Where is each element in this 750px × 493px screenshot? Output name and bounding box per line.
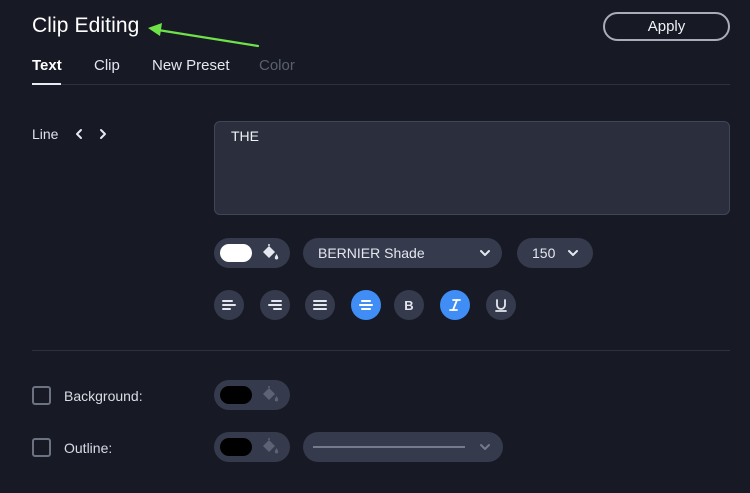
- align-justify-button[interactable]: [305, 290, 335, 320]
- paint-bucket-icon: [260, 438, 280, 456]
- italic-button[interactable]: [440, 290, 470, 320]
- font-family-select[interactable]: BERNIER Shade: [303, 238, 502, 268]
- tab-divider: [32, 84, 730, 85]
- tab-color: Color: [259, 57, 295, 74]
- paint-bucket-icon: [260, 386, 280, 404]
- chevron-down-icon: [480, 250, 490, 256]
- chevron-right-icon[interactable]: [96, 126, 110, 142]
- outline-stroke-select[interactable]: [303, 432, 503, 462]
- text-color-swatch[interactable]: [220, 244, 252, 262]
- outline-checkbox[interactable]: [32, 438, 51, 457]
- outline-color-picker[interactable]: [214, 432, 290, 462]
- annotation-arrow-icon: [148, 23, 260, 48]
- chevron-down-icon: [480, 444, 490, 450]
- font-family-value: BERNIER Shade: [318, 245, 425, 261]
- chevron-down-icon: [568, 250, 578, 256]
- background-color-swatch[interactable]: [220, 386, 252, 404]
- paint-bucket-icon[interactable]: [260, 244, 280, 262]
- tab-text[interactable]: Text: [32, 57, 62, 74]
- svg-text:B: B: [404, 298, 413, 312]
- outline-color-swatch[interactable]: [220, 438, 252, 456]
- tab-new-preset[interactable]: New Preset: [152, 57, 230, 74]
- chevron-left-icon[interactable]: [72, 126, 86, 142]
- align-left-button[interactable]: [214, 290, 244, 320]
- outline-label: Outline:: [64, 440, 113, 456]
- bold-icon: B: [404, 298, 413, 312]
- underline-icon: [495, 299, 507, 312]
- background-label: Background:: [64, 388, 143, 404]
- apply-button[interactable]: Apply: [603, 12, 730, 41]
- align-right-button[interactable]: [260, 290, 290, 320]
- align-justify-icon: [313, 300, 327, 310]
- font-size-select[interactable]: 150: [517, 238, 593, 268]
- stroke-preview: [313, 446, 465, 448]
- line-label: Line: [32, 126, 59, 142]
- text-color-picker[interactable]: [214, 238, 290, 268]
- bold-button[interactable]: B: [394, 290, 424, 320]
- active-tab-indicator: [32, 83, 61, 85]
- line-text-input[interactable]: THE: [214, 121, 730, 215]
- page-title: Clip Editing: [32, 14, 140, 37]
- background-checkbox[interactable]: [32, 386, 51, 405]
- font-size-value: 150: [532, 245, 556, 261]
- align-center-button[interactable]: [351, 290, 381, 320]
- italic-icon: [449, 299, 461, 311]
- background-color-picker[interactable]: [214, 380, 290, 410]
- underline-button[interactable]: [486, 290, 516, 320]
- align-center-icon: [359, 300, 373, 310]
- tab-clip[interactable]: Clip: [94, 57, 120, 74]
- align-right-icon: [268, 300, 282, 310]
- align-left-icon: [222, 300, 236, 310]
- section-divider: [32, 350, 730, 351]
